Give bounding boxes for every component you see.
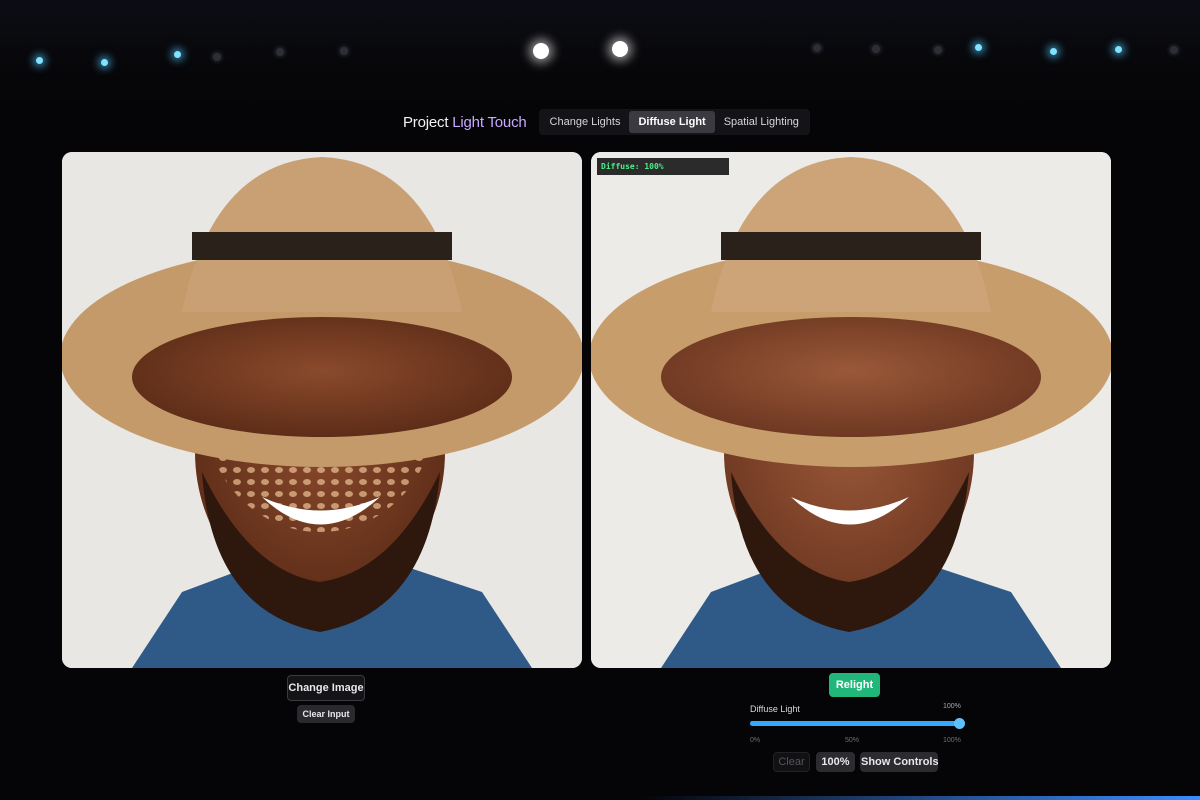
stage-light	[872, 45, 880, 53]
slider-tick-0: 0%	[750, 737, 761, 744]
mode-tabs: Change Lights Diffuse Light Spatial Ligh…	[538, 109, 810, 135]
diffuse-value-overlay: Diffuse: 100%	[597, 158, 729, 175]
slider-thumb[interactable]	[954, 718, 965, 729]
bottom-glow	[640, 796, 1200, 800]
stage-light	[1115, 46, 1122, 53]
diffuse-light-label: Diffuse Light	[750, 704, 800, 714]
diffuse-light-slider[interactable]	[750, 718, 965, 729]
stage-light	[612, 41, 628, 57]
change-image-button[interactable]: Change Image	[287, 675, 365, 701]
clear-button[interactable]: Clear	[773, 752, 810, 772]
tab-spatial-lighting[interactable]: Spatial Lighting	[715, 111, 808, 133]
output-portrait-image	[591, 152, 1111, 668]
show-controls-button[interactable]: Show Controls	[860, 752, 939, 772]
stage-light	[36, 57, 43, 64]
stage-light	[213, 53, 221, 61]
stage-light	[1170, 46, 1178, 54]
input-portrait-image	[62, 152, 582, 668]
app-title: Project Light Touch	[403, 114, 527, 131]
stage-light	[276, 48, 284, 56]
stage-light	[340, 47, 348, 55]
tab-diffuse-light[interactable]: Diffuse Light	[629, 111, 715, 133]
app-title-light-touch: Light Touch	[452, 113, 527, 131]
stage-light	[533, 43, 549, 59]
zoom-level-button[interactable]: 100%	[816, 752, 855, 772]
output-image-panel[interactable]: Diffuse: 100%	[591, 152, 1111, 668]
app-header: Project Light Touch Change Lights Diffus…	[403, 108, 810, 136]
tab-change-lights[interactable]: Change Lights	[541, 111, 630, 133]
app-title-project: Project	[403, 113, 449, 131]
stage-light	[1050, 48, 1057, 55]
stage-light	[174, 51, 181, 58]
stage-light	[101, 59, 108, 66]
stage-light	[975, 44, 982, 51]
stage-light	[934, 46, 942, 54]
slider-value-label: 100%	[943, 703, 961, 710]
stage-light	[813, 44, 821, 52]
slider-tick-100: 100%	[943, 737, 961, 744]
input-image-panel[interactable]	[62, 152, 582, 668]
slider-fill	[750, 721, 960, 726]
slider-tick-50: 50%	[845, 737, 860, 744]
clear-input-button[interactable]: Clear Input	[297, 705, 355, 723]
